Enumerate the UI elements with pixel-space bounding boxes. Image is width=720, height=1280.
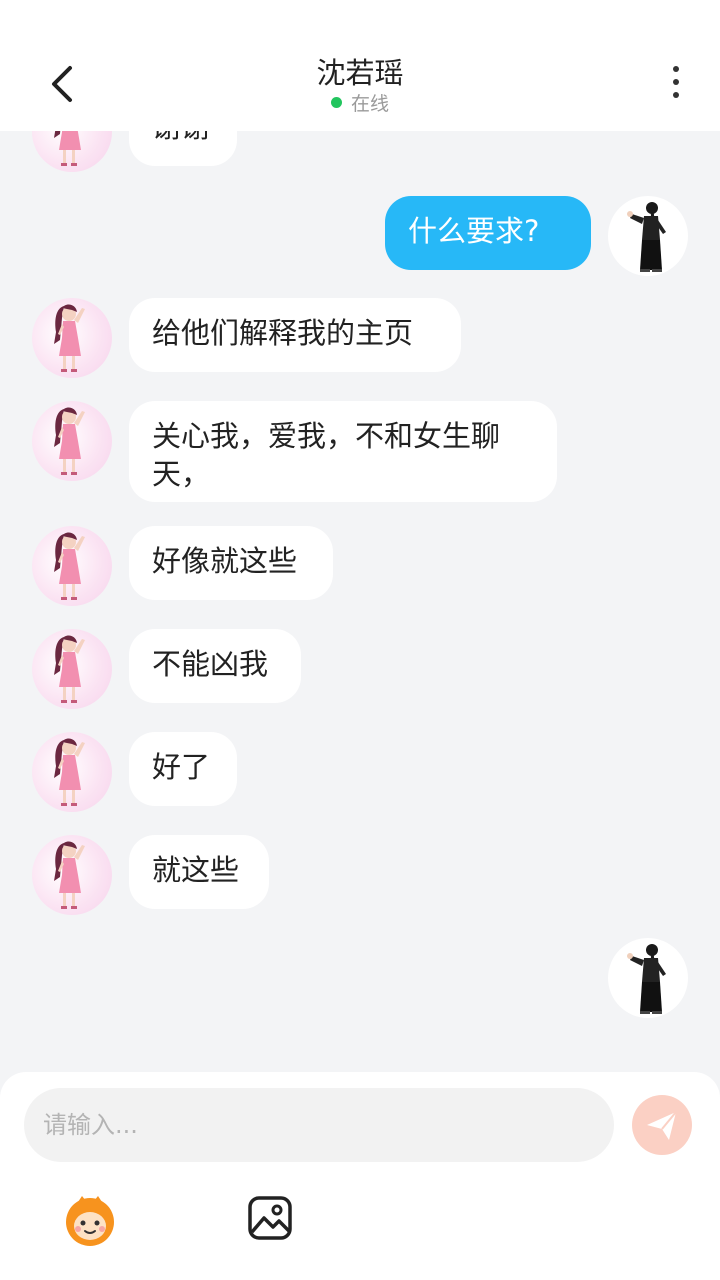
message-bubble-sent: 什么要求? bbox=[385, 196, 591, 270]
composer-panel bbox=[0, 1072, 720, 1280]
cartoon-face-icon bbox=[66, 1196, 114, 1246]
contact-avatar[interactable] bbox=[32, 732, 112, 812]
message-bubble-received: 给他们解释我的主页 bbox=[129, 298, 461, 372]
contact-avatar[interactable] bbox=[32, 298, 112, 378]
more-options-button[interactable] bbox=[660, 66, 692, 104]
my-avatar[interactable] bbox=[608, 938, 688, 1018]
emoji-button[interactable] bbox=[60, 1192, 120, 1248]
online-status: 在线 bbox=[0, 89, 720, 116]
status-text: 在线 bbox=[350, 93, 389, 115]
contact-avatar[interactable] bbox=[32, 629, 112, 709]
more-vertical-icon bbox=[660, 66, 692, 98]
message-bubble-received: 就这些 bbox=[129, 835, 269, 909]
chat-header: 沈若瑶 在线 bbox=[0, 0, 720, 131]
image-icon bbox=[248, 1196, 292, 1240]
contact-avatar[interactable] bbox=[32, 526, 112, 606]
contact-name: 沈若瑶 bbox=[316, 56, 404, 90]
message-input[interactable] bbox=[24, 1088, 614, 1162]
paper-plane-icon bbox=[647, 1111, 677, 1140]
message-bubble-received: 关心我，爱我，不和女生聊天， bbox=[129, 401, 557, 502]
message-list[interactable]: 谢谢 什么要求? 给他们解释我的主页 关心我，爱我，不和女生聊天， 好像就这些 … bbox=[0, 0, 720, 1070]
my-avatar[interactable] bbox=[608, 196, 688, 276]
message-bubble-received: 好了 bbox=[129, 732, 237, 806]
send-button[interactable] bbox=[632, 1095, 692, 1155]
contact-avatar[interactable] bbox=[32, 401, 112, 481]
contact-avatar[interactable] bbox=[32, 835, 112, 915]
online-dot-icon bbox=[330, 97, 342, 108]
image-button[interactable] bbox=[246, 1194, 294, 1242]
message-bubble-received: 不能凶我 bbox=[129, 629, 301, 703]
message-bubble-received: 好像就这些 bbox=[129, 526, 333, 600]
